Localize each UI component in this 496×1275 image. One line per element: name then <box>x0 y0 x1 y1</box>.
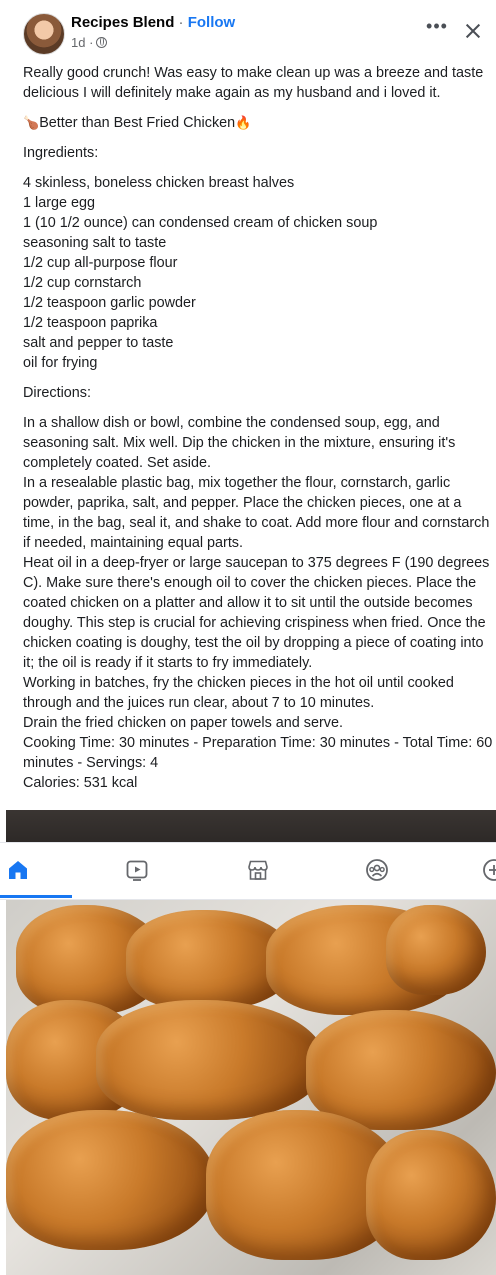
author-name[interactable]: Recipes Blend <box>71 14 174 31</box>
ingredients-heading: Ingredients: <box>23 145 99 161</box>
recipe-times: Cooking Time: 30 minutes - Preparation T… <box>23 735 493 771</box>
ingredient-item: 4 skinless, boneless chicken breast halv… <box>23 175 295 191</box>
fire-emoji-icon: 🔥 <box>235 115 252 130</box>
marketplace-icon <box>248 860 268 880</box>
nav-video[interactable] <box>107 843 167 899</box>
ingredient-item: 1 large egg <box>23 195 96 211</box>
direction-step: Drain the fried chicken on paper towels … <box>23 715 343 731</box>
ingredient-item: seasoning salt to taste <box>23 235 167 251</box>
globe-icon <box>96 37 108 48</box>
ingredient-item: 1/2 cup cornstarch <box>23 275 142 291</box>
post-text: Really good crunch! Was easy to make cle… <box>23 63 493 793</box>
plus-circle-icon <box>483 859 496 881</box>
ingredient-item: 1/2 teaspoon garlic powder <box>23 295 196 311</box>
fried-chicken-piece <box>96 1000 326 1120</box>
bottom-nav-bar <box>0 842 496 900</box>
direction-step: Heat oil in a deep-fryer or large saucep… <box>23 555 490 671</box>
direction-step: In a resealable plastic bag, mix togethe… <box>23 475 490 551</box>
author-separator: · <box>174 14 188 31</box>
fried-chicken-piece <box>366 1130 496 1260</box>
post-intro: Really good crunch! Was easy to make cle… <box>23 65 484 101</box>
recipe-title-text: Better than Best Fried Chicken <box>39 115 236 131</box>
ingredient-item: 1/2 cup all-purpose flour <box>23 255 178 271</box>
nav-groups[interactable] <box>347 843 407 899</box>
directions-list: In a shallow dish or bowl, combine the c… <box>23 413 493 793</box>
post-time[interactable]: 1d · <box>71 35 93 50</box>
nav-home[interactable] <box>0 843 48 899</box>
fried-chicken-piece <box>6 1110 216 1250</box>
recipe-title: 🍗Better than Best Fried Chicken🔥 <box>23 113 493 133</box>
post-card: Recipes Blend · Follow 1d · ••• Really g… <box>6 0 496 1275</box>
recipe-calories: Calories: 531 kcal <box>23 775 138 791</box>
follow-button[interactable]: Follow <box>188 14 236 31</box>
home-icon <box>9 861 27 879</box>
author-line: Recipes Blend · Follow <box>71 14 235 31</box>
groups-icon <box>366 859 388 881</box>
direction-step: In a shallow dish or bowl, combine the c… <box>23 415 456 471</box>
ingredient-item: 1 (10 1/2 ounce) can condensed cream of … <box>23 215 378 231</box>
ingredient-item: salt and pepper to taste <box>23 335 174 351</box>
photo-pan-edge <box>6 810 496 842</box>
post-meta: 1d · <box>71 35 108 50</box>
nav-marketplace[interactable] <box>228 843 288 899</box>
fried-chicken-piece <box>386 905 486 995</box>
more-options-button[interactable]: ••• <box>420 16 454 46</box>
close-icon[interactable] <box>458 16 488 46</box>
nav-create[interactable] <box>464 843 496 899</box>
directions-heading: Directions: <box>23 385 91 401</box>
direction-step: Working in batches, fry the chicken piec… <box>23 675 454 711</box>
post-header: Recipes Blend · Follow 1d · ••• <box>6 0 496 60</box>
ingredient-item: oil for frying <box>23 355 98 371</box>
fried-chicken-piece <box>306 1010 496 1130</box>
drumstick-emoji-icon: 🍗 <box>23 115 40 130</box>
ingredient-item: 1/2 teaspoon paprika <box>23 315 158 331</box>
video-icon <box>126 860 148 881</box>
nav-active-indicator <box>0 895 72 898</box>
ingredients-list: 4 skinless, boneless chicken breast halv… <box>23 173 493 373</box>
author-avatar[interactable] <box>23 13 65 55</box>
